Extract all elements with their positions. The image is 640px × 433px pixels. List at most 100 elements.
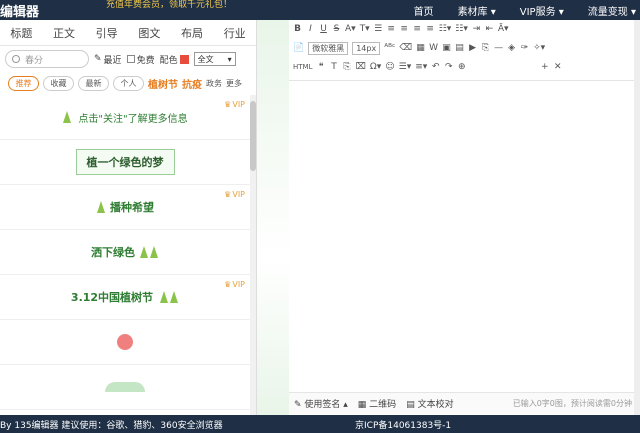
proofread-button[interactable]: ▤ 文本校对 (406, 397, 453, 410)
template-item[interactable] (0, 365, 250, 410)
tree-icon (63, 111, 72, 123)
template-item[interactable]: VIP 3.12中国植树节 (0, 275, 250, 320)
toolbar-row-1: B I U S A▾ T▾ ☰ ≡ ≡ ≡ ≡ ☷▾ ☷▾ ⇥ ⇤ Ā▾ (289, 20, 509, 38)
filter-recommended[interactable]: 推荐 (8, 75, 39, 91)
eraser-icon[interactable]: ◈ (507, 43, 516, 53)
nav-vip[interactable]: VIP服务 ▾ (520, 3, 564, 18)
nav-materials[interactable]: 素材库 ▾ (458, 3, 496, 18)
strikethrough-button[interactable]: S (332, 24, 341, 34)
filter-government[interactable]: 政务 (206, 78, 222, 89)
footer-icp[interactable]: 京ICP备14061383号-1 (355, 418, 451, 431)
free-option[interactable]: 免费 (126, 53, 155, 66)
template-caption: 3.12中国植树节 (70, 291, 154, 304)
tab-image-text[interactable]: 图文 (128, 25, 171, 41)
magic-wand-icon[interactable]: ✧▾ (533, 43, 545, 53)
format-painter-icon[interactable]: ✑ (520, 43, 529, 53)
video-icon[interactable]: ▶ (468, 43, 477, 53)
vip-badge: VIP (224, 280, 245, 289)
outdent-icon[interactable]: ⇤ (485, 24, 494, 34)
tree-icon (170, 291, 179, 303)
recent-label: 最近 (103, 55, 122, 66)
list-style-icon[interactable]: ☰▾ (399, 62, 412, 72)
nav-home[interactable]: 首页 (414, 3, 434, 18)
gallery-icon[interactable]: ▤ (455, 43, 464, 53)
editor-area: B I U S A▾ T▾ ☰ ≡ ≡ ≡ ≡ ☷▾ ☷▾ ⇥ ⇤ Ā▾ 📄 微… (289, 20, 634, 415)
search-input[interactable]: 春分 (5, 50, 89, 68)
font-color-button[interactable]: A▾ (345, 24, 356, 34)
tab-industry[interactable]: 行业 (213, 25, 256, 41)
text-icon[interactable]: T (329, 62, 338, 72)
align-center-icon[interactable]: ≡ (387, 24, 396, 34)
recent-option[interactable]: ✎ 最近 (94, 53, 122, 66)
free-checkbox[interactable] (126, 55, 135, 63)
underline-button[interactable]: U (319, 24, 328, 34)
template-item[interactable]: 植一个绿色的梦 (0, 140, 250, 185)
copy-icon[interactable]: ⎘ (342, 62, 351, 72)
filter-personal[interactable]: 个人 (113, 75, 144, 91)
tab-title[interactable]: 标题 (0, 25, 43, 41)
filter-favorites[interactable]: 收藏 (43, 75, 74, 91)
word-icon[interactable]: W (429, 43, 438, 53)
qrcode-button[interactable]: ▦ 二维码 (358, 397, 396, 410)
align-justify-icon[interactable]: ≡ (413, 24, 422, 34)
html-source-button[interactable]: HTML (293, 63, 312, 71)
tab-guide[interactable]: 引导 (85, 25, 128, 41)
table-icon[interactable]: ▦ (416, 43, 425, 53)
indent-icon[interactable]: ⇥ (472, 24, 481, 34)
editor-canvas[interactable] (289, 80, 634, 408)
document-icon[interactable]: 📄 (293, 43, 304, 53)
scope-select[interactable]: 全文 ▾ (193, 52, 236, 66)
color-swatch[interactable] (179, 54, 189, 64)
clear-format-icon[interactable]: ⌫ (399, 43, 412, 53)
ordered-list-icon[interactable]: ≡ (426, 24, 435, 34)
filter-more[interactable]: 更多 (226, 78, 242, 89)
tab-layout[interactable]: 布局 (171, 25, 214, 41)
unordered-list-icon[interactable]: ☷▾ (439, 24, 452, 34)
template-item[interactable]: VIP 点击"关注"了解更多信息 (0, 95, 250, 140)
link-icon[interactable]: ⎘ (481, 43, 490, 53)
paragraph-icon[interactable]: ≡▾ (415, 62, 427, 72)
filter-arbor-day[interactable]: 植树节 (148, 76, 178, 91)
undo-icon[interactable]: ↶ (431, 62, 440, 72)
scrollbar-thumb[interactable] (250, 101, 256, 171)
text-bg-button[interactable]: T▾ (360, 24, 370, 34)
filter-epidemic[interactable]: 抗疫 (182, 76, 202, 91)
font-size-select[interactable]: 14px (352, 41, 381, 55)
tree-icon (160, 291, 169, 303)
line-height-icon[interactable]: ☷▾ (455, 24, 468, 34)
color-option[interactable]: 配色 (160, 53, 189, 66)
align-left-icon[interactable]: ☰ (374, 24, 383, 34)
template-item[interactable]: VIP 播种希望 (0, 185, 250, 230)
promo-text[interactable]: 充值年费会员，领取千元礼包！ (106, 0, 232, 10)
italic-button[interactable]: I (306, 24, 315, 34)
letter-spacing-icon[interactable]: Ā▾ (498, 24, 509, 34)
footer-credit: By 135编辑器 建议使用：谷歌、猎豹、360安全浏览器 (0, 420, 223, 431)
qrcode-icon: ▦ (357, 400, 370, 410)
add-icon[interactable]: + (540, 62, 549, 72)
category-tabs: 标题 正文 引导 图文 布局 行业 (0, 20, 256, 46)
template-scrollbar[interactable] (250, 95, 256, 415)
tab-body[interactable]: 正文 (43, 25, 86, 41)
case-icon[interactable]: ᴬᴮᶜ (384, 43, 395, 53)
bold-button[interactable]: B (293, 24, 302, 34)
redo-icon[interactable]: ↷ (444, 62, 453, 72)
pencil-icon: ✎ (94, 54, 102, 64)
font-family-select[interactable]: 微软雅黑 (308, 41, 349, 55)
template-item[interactable] (0, 320, 250, 365)
image-icon[interactable]: ▣ (442, 43, 451, 53)
pen-icon: ✎ (294, 400, 305, 410)
brand-logo[interactable]: 编辑器 (0, 1, 39, 20)
emoji-icon[interactable]: ☺ (385, 62, 394, 72)
nav-traffic[interactable]: 流量变现 ▾ (588, 3, 636, 18)
quote-icon[interactable]: ❝ (316, 62, 325, 72)
horizontal-rule-icon[interactable]: — (494, 43, 503, 53)
align-right-icon[interactable]: ≡ (400, 24, 409, 34)
zoom-icon[interactable]: ⊕ (457, 62, 466, 72)
special-char-icon[interactable]: Ω▾ (370, 62, 381, 72)
filter-latest[interactable]: 最新 (78, 75, 109, 91)
close-icon[interactable]: ✕ (553, 62, 562, 72)
template-item[interactable]: 洒下绿色 (0, 230, 250, 275)
signature-button[interactable]: ✎ 使用签名 ▴ (294, 397, 348, 410)
editor-statusbar: ✎ 使用签名 ▴ ▦ 二维码 ▤ 文本校对 已输入0字0图，预计阅读需0分钟 (289, 392, 634, 414)
remove-format-icon[interactable]: ⌧ (355, 62, 365, 72)
